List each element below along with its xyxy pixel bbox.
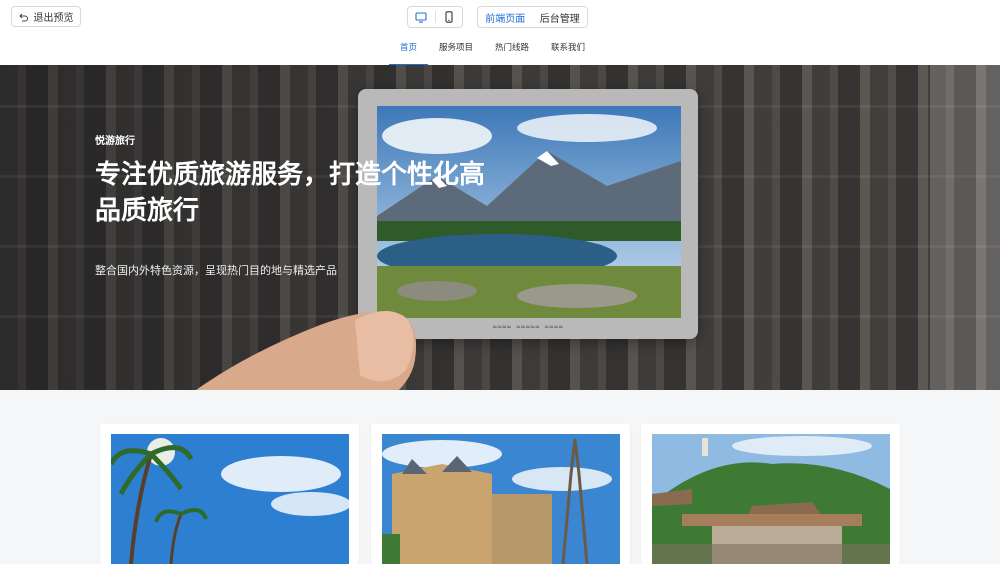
mobile-view-button[interactable] [436, 7, 463, 27]
destination-card-temple[interactable] [641, 424, 900, 564]
main-nav: 首页 服务项目 热门线路 联系我们 [389, 37, 596, 66]
bright-shelf [930, 65, 1000, 390]
exit-preview-button[interactable]: 退出预览 [11, 6, 81, 27]
hero-subline: 整合国内外特色资源，呈现热门目的地与精选产品 [95, 264, 337, 277]
desktop-monitor-icon [415, 8, 427, 27]
frontend-view-option[interactable]: 前端页面 [478, 10, 533, 25]
destination-card-paris[interactable] [371, 424, 630, 564]
top-bar: 退出预览 前端页面 后台管理 首页 服务项目 热门线路 联系我们 [0, 0, 1000, 66]
nav-item-routes[interactable]: 热门线路 [484, 37, 540, 65]
paris-eiffel-image [382, 434, 620, 564]
beach-palm-image [111, 434, 349, 564]
hero-brand: 悦游旅行 [95, 136, 135, 147]
undo-arrow-icon [18, 12, 29, 22]
hero-banner: ≈≈≈≈ ≈≈≈≈≈ ≈≈≈≈ 悦游旅行 专注优质旅游服务，打造个性化高品质旅行… [0, 65, 1000, 390]
hand-graphic [196, 311, 417, 390]
mobile-phone-icon [445, 8, 453, 27]
nav-item-services[interactable]: 服务项目 [428, 37, 484, 65]
exit-preview-label: 退出预览 [33, 13, 74, 24]
device-toggle [407, 6, 463, 28]
nav-item-home[interactable]: 首页 [389, 37, 429, 66]
admin-view-option[interactable]: 后台管理 [533, 10, 588, 25]
view-toggle: 前端页面 后台管理 [477, 6, 588, 28]
nav-item-contact[interactable]: 联系我们 [540, 37, 596, 65]
hero-headline: 专注优质旅游服务，打造个性化高品质旅行 [95, 160, 486, 226]
destination-card-beach[interactable] [100, 424, 359, 564]
desktop-view-button[interactable] [408, 7, 435, 27]
temple-hill-image [652, 434, 890, 564]
destination-cards [0, 390, 1000, 564]
